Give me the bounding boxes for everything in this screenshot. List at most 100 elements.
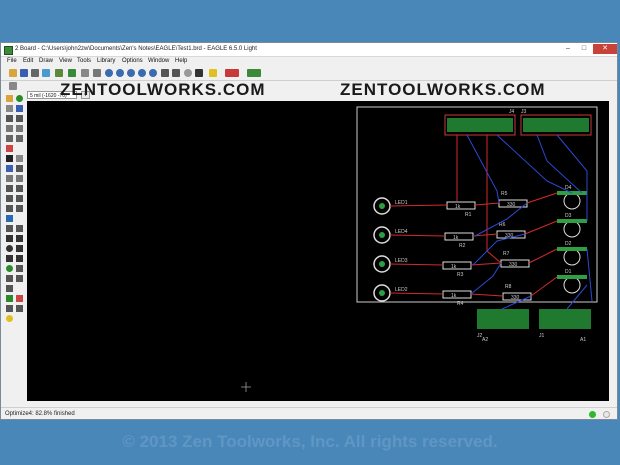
dimension-icon[interactable]	[16, 275, 23, 282]
info-icon[interactable]	[6, 95, 13, 102]
board-canvas[interactable]: J4 J3 J2 J1 LED1 LED4 LED3 LED2 1k R1 1k…	[27, 101, 609, 401]
auto-icon[interactable]	[6, 295, 13, 302]
text-icon[interactable]	[16, 235, 23, 242]
circle-icon[interactable]	[6, 245, 13, 252]
run-icon[interactable]	[93, 69, 101, 77]
errors-icon[interactable]	[16, 305, 23, 312]
crosshair-cursor	[241, 382, 251, 392]
help-icon[interactable]	[209, 69, 217, 77]
move-icon[interactable]	[6, 115, 13, 122]
main-toolbar	[1, 67, 617, 81]
watermark-right: ZENTOOLWORKS.COM	[340, 80, 546, 99]
name-icon[interactable]	[16, 175, 23, 182]
resistor-r7: 330 R7	[500, 251, 530, 268]
signal-icon[interactable]	[16, 225, 23, 232]
minimize-button[interactable]: –	[561, 44, 575, 54]
optimize-icon[interactable]	[6, 205, 13, 212]
resistor-r3: 1k R3	[442, 261, 472, 278]
menu-window[interactable]: Window	[148, 56, 169, 67]
element14-icon[interactable]	[247, 69, 261, 77]
zoom-out-icon[interactable]	[127, 69, 135, 77]
zoom-redraw-icon[interactable]	[138, 69, 146, 77]
delete-icon[interactable]	[6, 155, 13, 162]
copy-icon[interactable]	[16, 115, 23, 122]
svg-text:R2: R2	[459, 243, 466, 249]
drc-icon[interactable]	[6, 305, 13, 312]
maximize-button[interactable]: □	[577, 44, 591, 54]
status-ok-icon[interactable]	[589, 411, 596, 418]
save-icon[interactable]	[20, 69, 28, 77]
menu-draw[interactable]: Draw	[39, 56, 53, 67]
menu-view[interactable]: View	[59, 56, 72, 67]
svg-text:D2: D2	[565, 241, 572, 247]
erc-icon[interactable]	[16, 295, 23, 302]
cam-icon[interactable]	[42, 69, 50, 77]
stop-icon[interactable]	[184, 69, 192, 77]
replace-icon[interactable]	[16, 165, 23, 172]
mirror-icon[interactable]	[6, 125, 13, 132]
zoom-select-icon[interactable]	[149, 69, 157, 77]
menu-bar: File Edit Draw View Tools Library Option…	[1, 56, 617, 67]
label-j4: J4	[509, 109, 515, 115]
menu-help[interactable]: Help	[175, 56, 187, 67]
open-icon[interactable]	[9, 69, 17, 77]
via-icon[interactable]	[6, 265, 13, 272]
svg-text:330: 330	[509, 262, 518, 268]
menu-file[interactable]: File	[7, 56, 17, 67]
paste-icon[interactable]	[6, 145, 13, 152]
label-led1: LED1	[395, 200, 408, 206]
ratsnest-icon[interactable]	[6, 285, 13, 292]
menu-library[interactable]: Library	[97, 56, 115, 67]
hole-icon[interactable]	[16, 265, 23, 272]
show-icon[interactable]	[16, 95, 23, 102]
go-icon[interactable]	[195, 69, 203, 77]
close-button[interactable]: ✕	[593, 44, 617, 54]
library-icon[interactable]	[68, 69, 76, 77]
print-icon[interactable]	[31, 69, 39, 77]
add-icon[interactable]	[16, 155, 23, 162]
zoom-in-icon[interactable]	[116, 69, 124, 77]
undo-icon[interactable]	[161, 69, 169, 77]
svg-text:1k: 1k	[455, 204, 461, 210]
change-icon[interactable]	[16, 135, 23, 142]
polygon-icon[interactable]	[16, 255, 23, 262]
group-icon[interactable]	[6, 135, 13, 142]
menu-options[interactable]: Options	[122, 56, 143, 67]
arc-icon[interactable]	[16, 245, 23, 252]
svg-text:D3: D3	[565, 213, 572, 219]
smash-icon[interactable]	[16, 185, 23, 192]
wire-icon[interactable]	[6, 235, 13, 242]
part-d1: D1	[557, 269, 587, 294]
svg-text:R3: R3	[457, 272, 464, 278]
hint-icon[interactable]	[6, 315, 13, 322]
rotate-icon[interactable]	[16, 125, 23, 132]
redo-icon[interactable]	[172, 69, 180, 77]
route-icon[interactable]	[6, 215, 13, 222]
label-led3: LED3	[395, 258, 408, 264]
menu-tools[interactable]: Tools	[77, 56, 91, 67]
display-icon[interactable]	[6, 105, 13, 112]
zoom-fit-icon[interactable]	[105, 69, 113, 77]
design-link-icon[interactable]	[225, 69, 239, 77]
pinswap-icon[interactable]	[6, 165, 13, 172]
split-icon[interactable]	[16, 195, 23, 202]
label-a2: A2	[482, 337, 488, 343]
attribute-icon[interactable]	[6, 275, 13, 282]
board-switch-icon[interactable]	[55, 69, 63, 77]
svg-text:1k: 1k	[453, 235, 459, 241]
lock-icon[interactable]	[6, 175, 13, 182]
mark-icon[interactable]	[16, 105, 23, 112]
part-d2: D2	[557, 241, 587, 266]
rect-icon[interactable]	[6, 255, 13, 262]
value-icon[interactable]	[6, 185, 13, 192]
meander-icon[interactable]	[16, 205, 23, 212]
script-icon[interactable]	[81, 69, 89, 77]
menu-edit[interactable]: Edit	[23, 56, 33, 67]
svg-text:1k: 1k	[451, 264, 457, 270]
miter-icon[interactable]	[6, 195, 13, 202]
stop-button-icon[interactable]	[603, 411, 610, 418]
status-text: Optimize4: 82.8% finished	[5, 411, 75, 417]
ripup-icon[interactable]	[6, 225, 13, 232]
window-title: 2 Board - C:\Users\john2zw\Documents\Zen…	[15, 46, 257, 52]
grid-icon[interactable]	[9, 82, 17, 90]
